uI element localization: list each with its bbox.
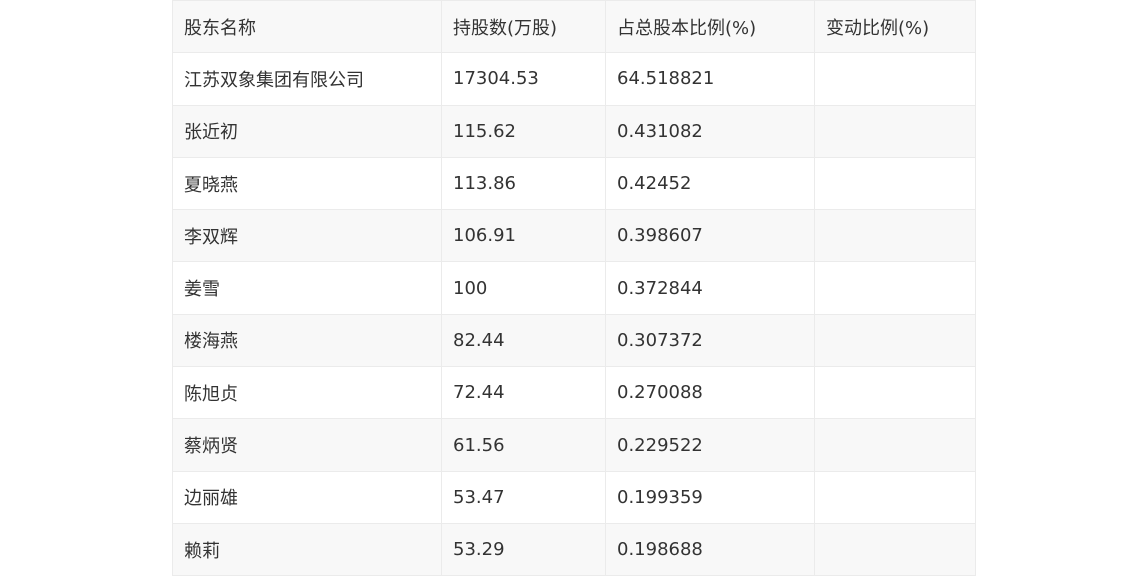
shareholder-table: 股东名称 持股数(万股) 占总股本比例(%) 变动比例(%) 江苏双象集团有限公…	[172, 0, 976, 576]
cell-ratio: 0.229522	[605, 418, 815, 472]
header-shares: 持股数(万股)	[441, 0, 606, 54]
cell-shares: 61.56	[441, 418, 606, 472]
cell-shares: 82.44	[441, 313, 606, 368]
cell-shares: 115.62	[441, 104, 606, 158]
cell-name: 李双辉	[172, 209, 442, 263]
cell-shares: 100	[441, 261, 606, 315]
cell-ratio: 0.42452	[605, 156, 815, 211]
header-ratio: 占总股本比例(%)	[605, 0, 815, 54]
cell-shares: 17304.53	[441, 52, 606, 106]
cell-change	[814, 470, 976, 524]
table-row: 赖莉 53.29 0.198688	[172, 522, 976, 576]
table-row: 张近初 115.62 0.431082	[172, 104, 976, 158]
table-row: 楼海燕 82.44 0.307372	[172, 313, 976, 368]
table-row: 江苏双象集团有限公司 17304.53 64.518821	[172, 52, 976, 106]
cell-shares: 53.47	[441, 470, 606, 524]
cell-ratio: 0.199359	[605, 470, 815, 524]
cell-change	[814, 156, 976, 211]
cell-change	[814, 418, 976, 472]
cell-change	[814, 104, 976, 158]
cell-name: 姜雪	[172, 261, 442, 315]
header-change: 变动比例(%)	[814, 0, 976, 54]
cell-name: 陈旭贞	[172, 366, 442, 420]
table-body: 江苏双象集团有限公司 17304.53 64.518821 张近初 115.62…	[172, 52, 976, 576]
cell-name: 张近初	[172, 104, 442, 158]
cell-name: 江苏双象集团有限公司	[172, 52, 442, 106]
cell-ratio: 0.372844	[605, 261, 815, 315]
cell-shares: 53.29	[441, 522, 606, 576]
header-shareholder-name: 股东名称	[172, 0, 442, 54]
table-row: 边丽雄 53.47 0.199359	[172, 470, 976, 524]
cell-shares: 106.91	[441, 209, 606, 263]
shareholder-table-container: 股东名称 持股数(万股) 占总股本比例(%) 变动比例(%) 江苏双象集团有限公…	[172, 0, 976, 576]
cell-change	[814, 52, 976, 106]
cell-change	[814, 522, 976, 576]
cell-shares: 113.86	[441, 156, 606, 211]
table-header: 股东名称 持股数(万股) 占总股本比例(%) 变动比例(%)	[172, 0, 976, 54]
cell-name: 夏晓燕	[172, 156, 442, 211]
cell-change	[814, 261, 976, 315]
table-row: 蔡炳贤 61.56 0.229522	[172, 418, 976, 472]
table-row: 姜雪 100 0.372844	[172, 261, 976, 315]
cell-change	[814, 209, 976, 263]
cell-ratio: 0.198688	[605, 522, 815, 576]
table-row: 李双辉 106.91 0.398607	[172, 209, 976, 263]
cell-ratio: 0.270088	[605, 366, 815, 420]
table-row: 陈旭贞 72.44 0.270088	[172, 366, 976, 420]
cell-shares: 72.44	[441, 366, 606, 420]
cell-change	[814, 313, 976, 368]
cell-name: 楼海燕	[172, 313, 442, 368]
cell-ratio: 0.431082	[605, 104, 815, 158]
cell-name: 蔡炳贤	[172, 418, 442, 472]
cell-ratio: 0.307372	[605, 313, 815, 368]
table-row: 夏晓燕 113.86 0.42452	[172, 156, 976, 211]
cell-ratio: 0.398607	[605, 209, 815, 263]
header-row: 股东名称 持股数(万股) 占总股本比例(%) 变动比例(%)	[172, 0, 976, 54]
cell-name: 赖莉	[172, 522, 442, 576]
cell-ratio: 64.518821	[605, 52, 815, 106]
cell-change	[814, 366, 976, 420]
cell-name: 边丽雄	[172, 470, 442, 524]
